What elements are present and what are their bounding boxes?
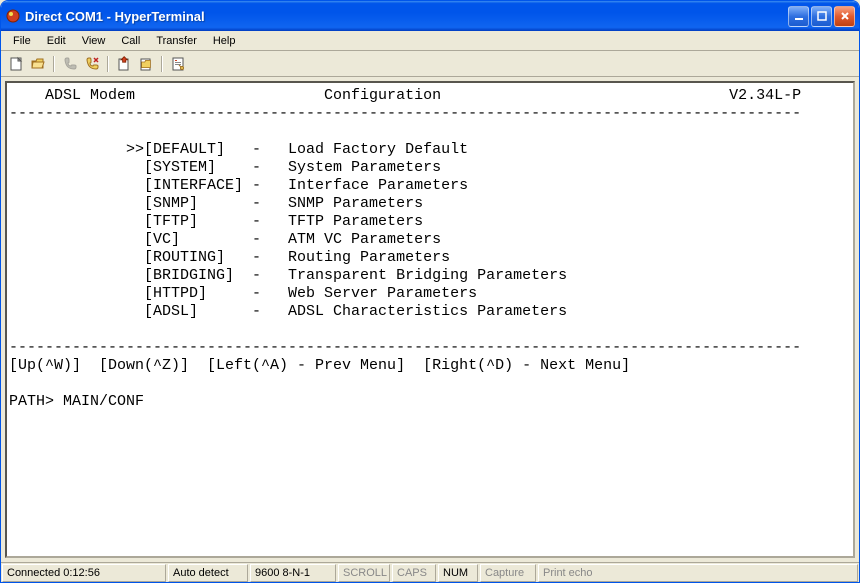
receive-icon[interactable] <box>135 53 157 75</box>
send-icon[interactable] <box>113 53 135 75</box>
menu-file[interactable]: File <box>5 33 39 49</box>
app-icon <box>5 8 21 24</box>
status-caps: CAPS <box>392 564 436 582</box>
toolbar <box>1 51 859 77</box>
menu-transfer[interactable]: Transfer <box>148 33 205 49</box>
menu-help[interactable]: Help <box>205 33 244 49</box>
statusbar: Connected 0:12:56 Auto detect 9600 8-N-1… <box>1 562 859 582</box>
content-area: ADSL Modem Configuration V2.34L-P ------… <box>1 77 859 562</box>
maximize-button[interactable] <box>811 6 832 27</box>
status-printecho: Print echo <box>538 564 858 582</box>
status-connected: Connected 0:12:56 <box>2 564 166 582</box>
open-icon[interactable] <box>27 53 49 75</box>
menu-view[interactable]: View <box>74 33 114 49</box>
window-controls <box>788 6 855 27</box>
status-scroll: SCROLL <box>338 564 390 582</box>
toolbar-separator <box>105 54 111 74</box>
toolbar-separator <box>51 54 57 74</box>
new-icon[interactable] <box>5 53 27 75</box>
connect-icon <box>59 53 81 75</box>
disconnect-icon[interactable] <box>81 53 103 75</box>
toolbar-separator <box>159 54 165 74</box>
titlebar: Direct COM1 - HyperTerminal <box>1 1 859 31</box>
terminal[interactable]: ADSL Modem Configuration V2.34L-P ------… <box>5 81 855 558</box>
properties-icon[interactable] <box>167 53 189 75</box>
close-button[interactable] <box>834 6 855 27</box>
status-autodetect: Auto detect <box>168 564 248 582</box>
status-port: 9600 8-N-1 <box>250 564 336 582</box>
menubar: File Edit View Call Transfer Help <box>1 31 859 51</box>
menu-edit[interactable]: Edit <box>39 33 74 49</box>
menu-call[interactable]: Call <box>113 33 148 49</box>
minimize-button[interactable] <box>788 6 809 27</box>
status-num: NUM <box>438 564 478 582</box>
app-window: Direct COM1 - HyperTerminal File Edit Vi… <box>0 0 860 583</box>
status-capture: Capture <box>480 564 536 582</box>
window-title: Direct COM1 - HyperTerminal <box>25 9 788 24</box>
